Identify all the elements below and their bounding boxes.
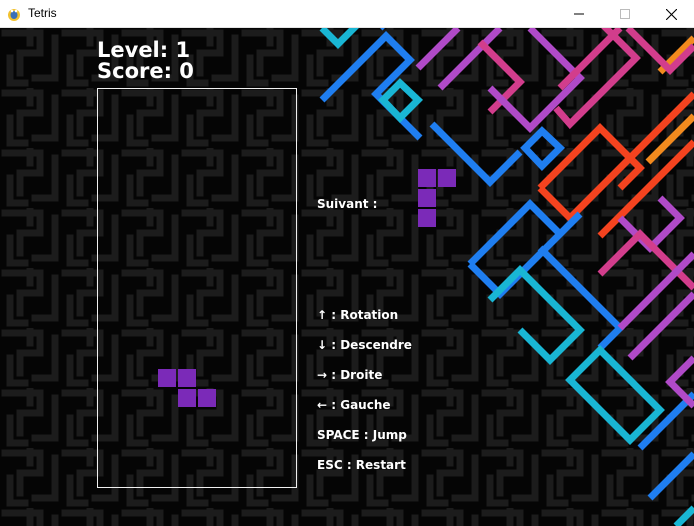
- control-droite: → : Droite: [317, 368, 383, 382]
- level-label: Level: 1: [97, 38, 191, 62]
- score-label: Score: 0: [97, 59, 194, 83]
- maximize-button[interactable]: [602, 0, 648, 28]
- maximize-icon: [620, 9, 630, 19]
- arrow-down-icon: ↓: [317, 338, 328, 352]
- control-gauche: ← : Gauche: [317, 398, 391, 412]
- control-descendre: ↓ : Descendre: [317, 338, 412, 352]
- piece-block: [178, 389, 196, 407]
- game-canvas[interactable]: Level: 1 Score: 0 Suivant : ↑ : Rotation…: [0, 28, 694, 526]
- piece-block: [178, 369, 196, 387]
- arrow-up-icon: ↑: [317, 308, 328, 322]
- next-piece-block: [418, 209, 436, 227]
- control-restart: ESC : Restart: [317, 458, 406, 472]
- pygame-snake-icon: [8, 9, 20, 21]
- piece-block: [158, 369, 176, 387]
- next-piece-block: [438, 169, 456, 187]
- arrow-left-icon: ←: [317, 398, 328, 412]
- play-board: [97, 88, 297, 488]
- arrow-right-icon: →: [317, 368, 328, 382]
- close-icon: [665, 8, 677, 20]
- minimize-icon: [574, 13, 584, 15]
- next-piece-block: [418, 189, 436, 207]
- close-button[interactable]: [648, 0, 694, 28]
- control-jump: SPACE : Jump: [317, 428, 407, 442]
- window-titlebar: Tetris: [0, 0, 694, 28]
- window-title: Tetris: [28, 6, 57, 20]
- next-piece-label: Suivant :: [317, 197, 378, 211]
- next-piece-block: [418, 169, 436, 187]
- control-rotation: ↑ : Rotation: [317, 308, 399, 322]
- piece-block: [198, 389, 216, 407]
- minimize-button[interactable]: [556, 0, 602, 28]
